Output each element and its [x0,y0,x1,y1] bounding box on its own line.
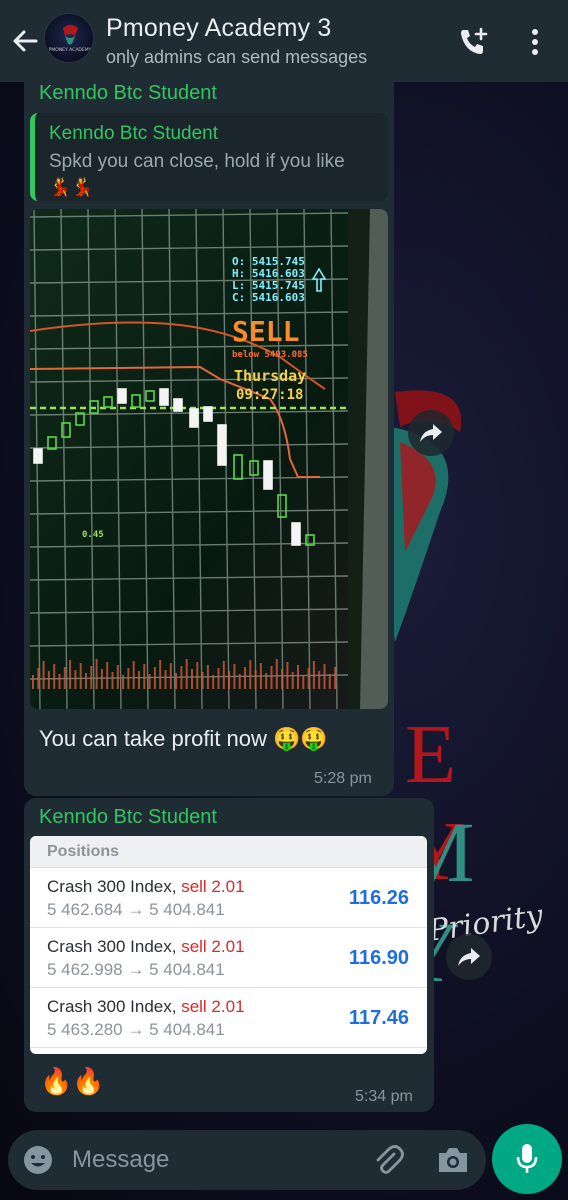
quoted-sender: Kenndo Btc Student [49,123,219,144]
position-prices: 5 463.280 → 5 404.841 [47,1020,225,1039]
chat-title-block[interactable]: Pmoney Academy 3 only admins can send me… [106,14,367,68]
microphone-icon [516,1144,538,1173]
quoted-text: Spkd you can close, hold if you like [49,151,345,172]
svg-text:PMONEY ACADEMY: PMONEY ACADEMY [49,47,92,53]
message-text: You can take profit now 🤑🤑 [39,726,328,751]
position-side: sell 2.01 [181,877,245,896]
position-symbol: Crash 300 Index, sell 2.01 [47,997,245,1016]
group-logo-icon: PMONEY ACADEMY [49,25,92,53]
positions-screenshot[interactable]: Positions Crash 300 Index, sell 2.01 5 4… [30,836,427,1054]
position-profit: 116.90 [348,947,409,969]
chart-photo[interactable]: O: 5415.745 H: 5416.603 L: 5415.745 C: 5… [30,209,388,709]
position-profit: 117.46 [348,1007,409,1029]
emoji-icon[interactable] [22,1144,54,1176]
back-arrow-icon[interactable] [8,24,42,58]
message-input[interactable]: Message [72,1146,169,1174]
group-avatar[interactable]: PMONEY ACADEMY [44,13,94,63]
trading-chart-image: O: 5415.745 H: 5416.603 L: 5415.745 C: 5… [30,209,388,709]
quoted-message[interactable]: Kenndo Btc Student Spkd you can close, h… [30,113,388,201]
quoted-emoji: 💃💃 [49,177,94,197]
camera-icon[interactable] [436,1144,470,1176]
add-call-icon[interactable] [455,24,491,60]
position-profit: 116.26 [348,887,409,909]
chat-header: PMONEY ACADEMY Pmoney Academy 3 only adm… [0,0,568,82]
chat-subtitle: only admins can send messages [106,47,368,67]
position-row: Crash 300 Index, sell 2.01 5 463.280 → 5… [30,988,427,1048]
message-time: 5:28 pm [314,770,372,787]
day-label: Thursday [234,367,306,385]
forward-icon[interactable] [408,410,454,456]
message-emoji: 🔥🔥 [40,1066,105,1096]
positions-header: Positions [30,836,427,868]
time-label: 09:27:18 [236,387,303,403]
position-symbol: Crash 300 Index, sell 2.01 [47,877,245,896]
position-symbol: Crash 300 Index, sell 2.01 [47,937,245,956]
more-options-icon[interactable] [525,26,545,58]
position-prices: 5 462.684 → 5 404.841 [47,900,225,919]
message-composer: Message [8,1130,486,1190]
ohlc-close: C: 5416.603 [232,291,305,304]
attach-icon[interactable] [370,1142,406,1178]
chat-title: Pmoney Academy 3 [106,14,332,42]
voice-message-button[interactable] [492,1124,562,1194]
position-side: sell 2.01 [181,937,245,956]
message-sender[interactable]: Kenndo Btc Student [39,806,217,829]
position-prices: 5 462.998 → 5 404.841 [47,960,225,979]
message-sender[interactable]: Kenndo Btc Student [39,82,217,105]
message-time: 5:34 pm [355,1088,413,1105]
position-row: Crash 300 Index, sell 2.01 5 462.998 → 5… [30,928,427,988]
forward-icon[interactable] [446,934,492,980]
position-side: sell 2.01 [181,997,245,1016]
position-row: Crash 300 Index, sell 2.01 5 462.684 → 5… [30,868,427,928]
sell-signal-label: SELL [232,315,299,348]
chart-side-label: 0.45 [82,530,104,540]
below-price-label: below 5493.085 [232,350,308,360]
